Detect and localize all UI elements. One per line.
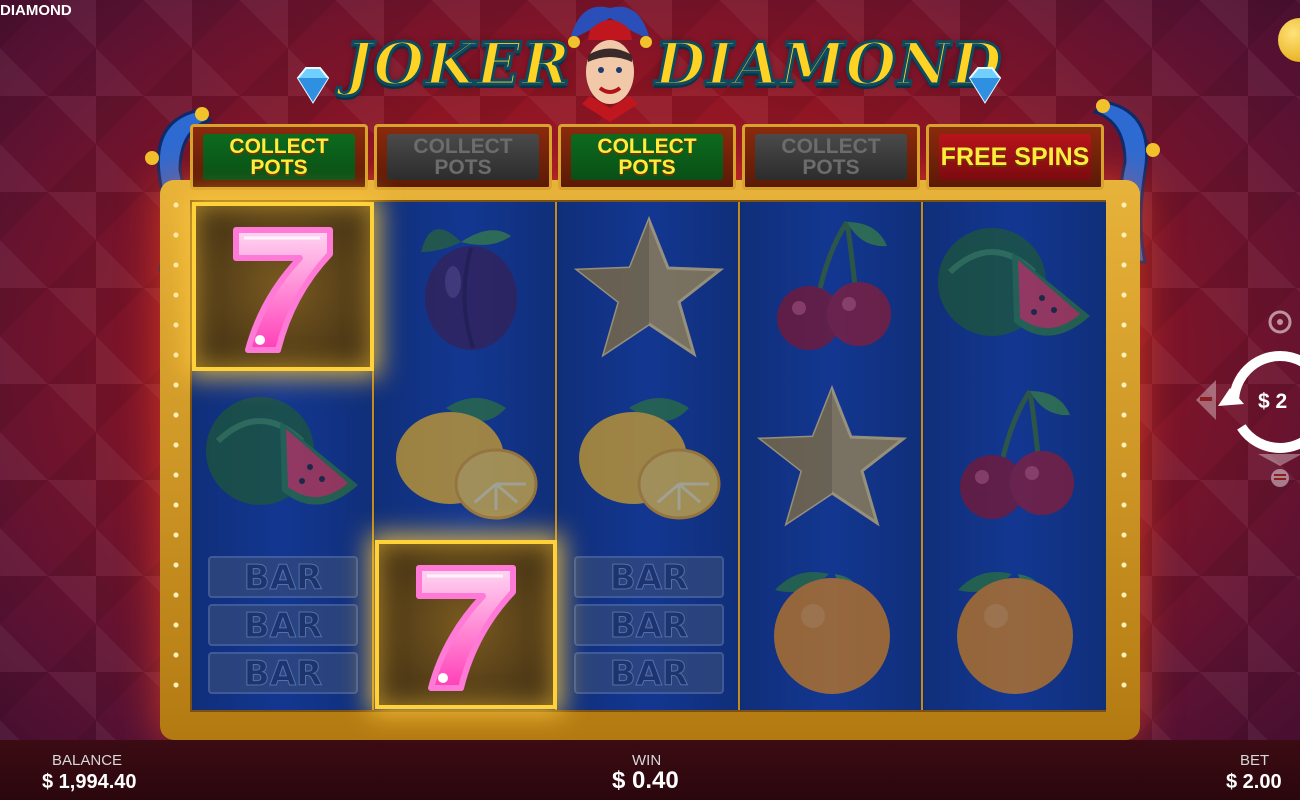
header-collect-pots-1: COLLECT POTS bbox=[190, 124, 368, 190]
cherry-symbol bbox=[924, 371, 1106, 540]
seven-symbol bbox=[192, 202, 374, 371]
win-value: $ 0.40 bbox=[612, 767, 679, 794]
bar-icon: BAR BAR BAR bbox=[574, 555, 724, 694]
plus-icon[interactable] bbox=[1258, 454, 1300, 466]
cherry-icon bbox=[777, 220, 891, 350]
minus-icon[interactable] bbox=[1196, 380, 1216, 420]
reel-2 bbox=[375, 202, 557, 710]
header-label: COLLECT POTS bbox=[387, 134, 539, 180]
plum-icon bbox=[421, 228, 517, 350]
orange-symbol bbox=[741, 540, 923, 709]
reel-5 bbox=[924, 202, 1106, 710]
orange-icon bbox=[957, 571, 1073, 694]
logo-word-diamond: DIAMOND bbox=[653, 29, 1003, 100]
balance-value: $ 1,994.40 bbox=[42, 771, 137, 793]
game-title-fragment: DIAMOND bbox=[0, 2, 72, 19]
star-symbol bbox=[558, 202, 740, 371]
header-label: COLLECT POTS bbox=[755, 134, 907, 180]
reel-grid: BAR BAR BAR BAR BAR BAR bbox=[190, 200, 1106, 712]
header-free-spins: FREE SPINS bbox=[926, 124, 1104, 190]
reel-3: BAR BAR BAR bbox=[558, 202, 740, 710]
lemon-icon bbox=[396, 397, 538, 519]
svg-text:BAR: BAR bbox=[244, 654, 322, 694]
watermelon-symbol bbox=[924, 202, 1106, 371]
logo-word-joker: JOKER bbox=[344, 29, 572, 100]
seven-symbol bbox=[375, 540, 557, 709]
frame-rivets-left bbox=[166, 190, 186, 710]
lemon-symbol bbox=[375, 371, 557, 540]
bar-symbol: BAR BAR BAR bbox=[558, 540, 740, 709]
svg-text:BAR: BAR bbox=[244, 606, 322, 646]
watermelon-symbol bbox=[192, 371, 374, 540]
frame-rivets-right bbox=[1114, 190, 1134, 710]
orange-icon bbox=[774, 571, 890, 694]
reel-4 bbox=[741, 202, 923, 710]
seven-icon bbox=[416, 564, 516, 691]
joker-face-icon bbox=[568, 6, 652, 122]
svg-text:BAR: BAR bbox=[610, 654, 688, 694]
svg-text:BAR: BAR bbox=[244, 558, 322, 598]
orange-symbol bbox=[924, 540, 1106, 709]
star-icon bbox=[574, 215, 724, 358]
lemon-symbol bbox=[558, 371, 740, 540]
plum-symbol bbox=[375, 202, 557, 371]
bar-symbol: BAR BAR BAR bbox=[192, 540, 374, 709]
header-label: COLLECT POTS bbox=[203, 134, 355, 180]
menu-icon[interactable] bbox=[1271, 469, 1289, 487]
bet-control-value[interactable]: $ 2 bbox=[1258, 390, 1287, 414]
reel-headers: COLLECT POTS COLLECT POTS COLLECT POTS COLL… bbox=[190, 124, 1106, 190]
reel-1: BAR BAR BAR bbox=[192, 202, 374, 710]
autoplay-icon[interactable] bbox=[1268, 310, 1292, 334]
header-collect-pots-3: COLLECT POTS bbox=[558, 124, 736, 190]
watermelon-icon bbox=[938, 227, 1090, 336]
header-collect-pots-4: COLLECT POTS bbox=[742, 124, 920, 190]
bar-icon: BAR BAR BAR bbox=[208, 555, 358, 694]
svg-text:BAR: BAR bbox=[610, 558, 688, 598]
cherry-icon bbox=[960, 389, 1074, 519]
watermelon-icon bbox=[206, 396, 358, 505]
balance-label: BALANCE bbox=[52, 752, 123, 769]
game-logo: JOKER DIAMOND bbox=[290, 0, 1010, 125]
star-icon bbox=[757, 384, 907, 527]
diamond-icon bbox=[968, 67, 1002, 104]
bet-value[interactable]: $ 2.00 bbox=[1226, 771, 1282, 794]
seven-icon bbox=[233, 226, 333, 353]
cherry-symbol bbox=[741, 202, 923, 371]
bet-label: BET bbox=[1240, 752, 1270, 769]
svg-text:BAR: BAR bbox=[610, 606, 688, 646]
diamond-icon bbox=[296, 67, 330, 104]
header-label: FREE SPINS bbox=[939, 134, 1091, 180]
lemon-icon bbox=[579, 397, 721, 519]
star-symbol bbox=[741, 371, 923, 540]
coin-icon[interactable] bbox=[1278, 18, 1300, 62]
header-label: COLLECT POTS bbox=[571, 134, 723, 180]
header-collect-pots-2: COLLECT POTS bbox=[374, 124, 552, 190]
